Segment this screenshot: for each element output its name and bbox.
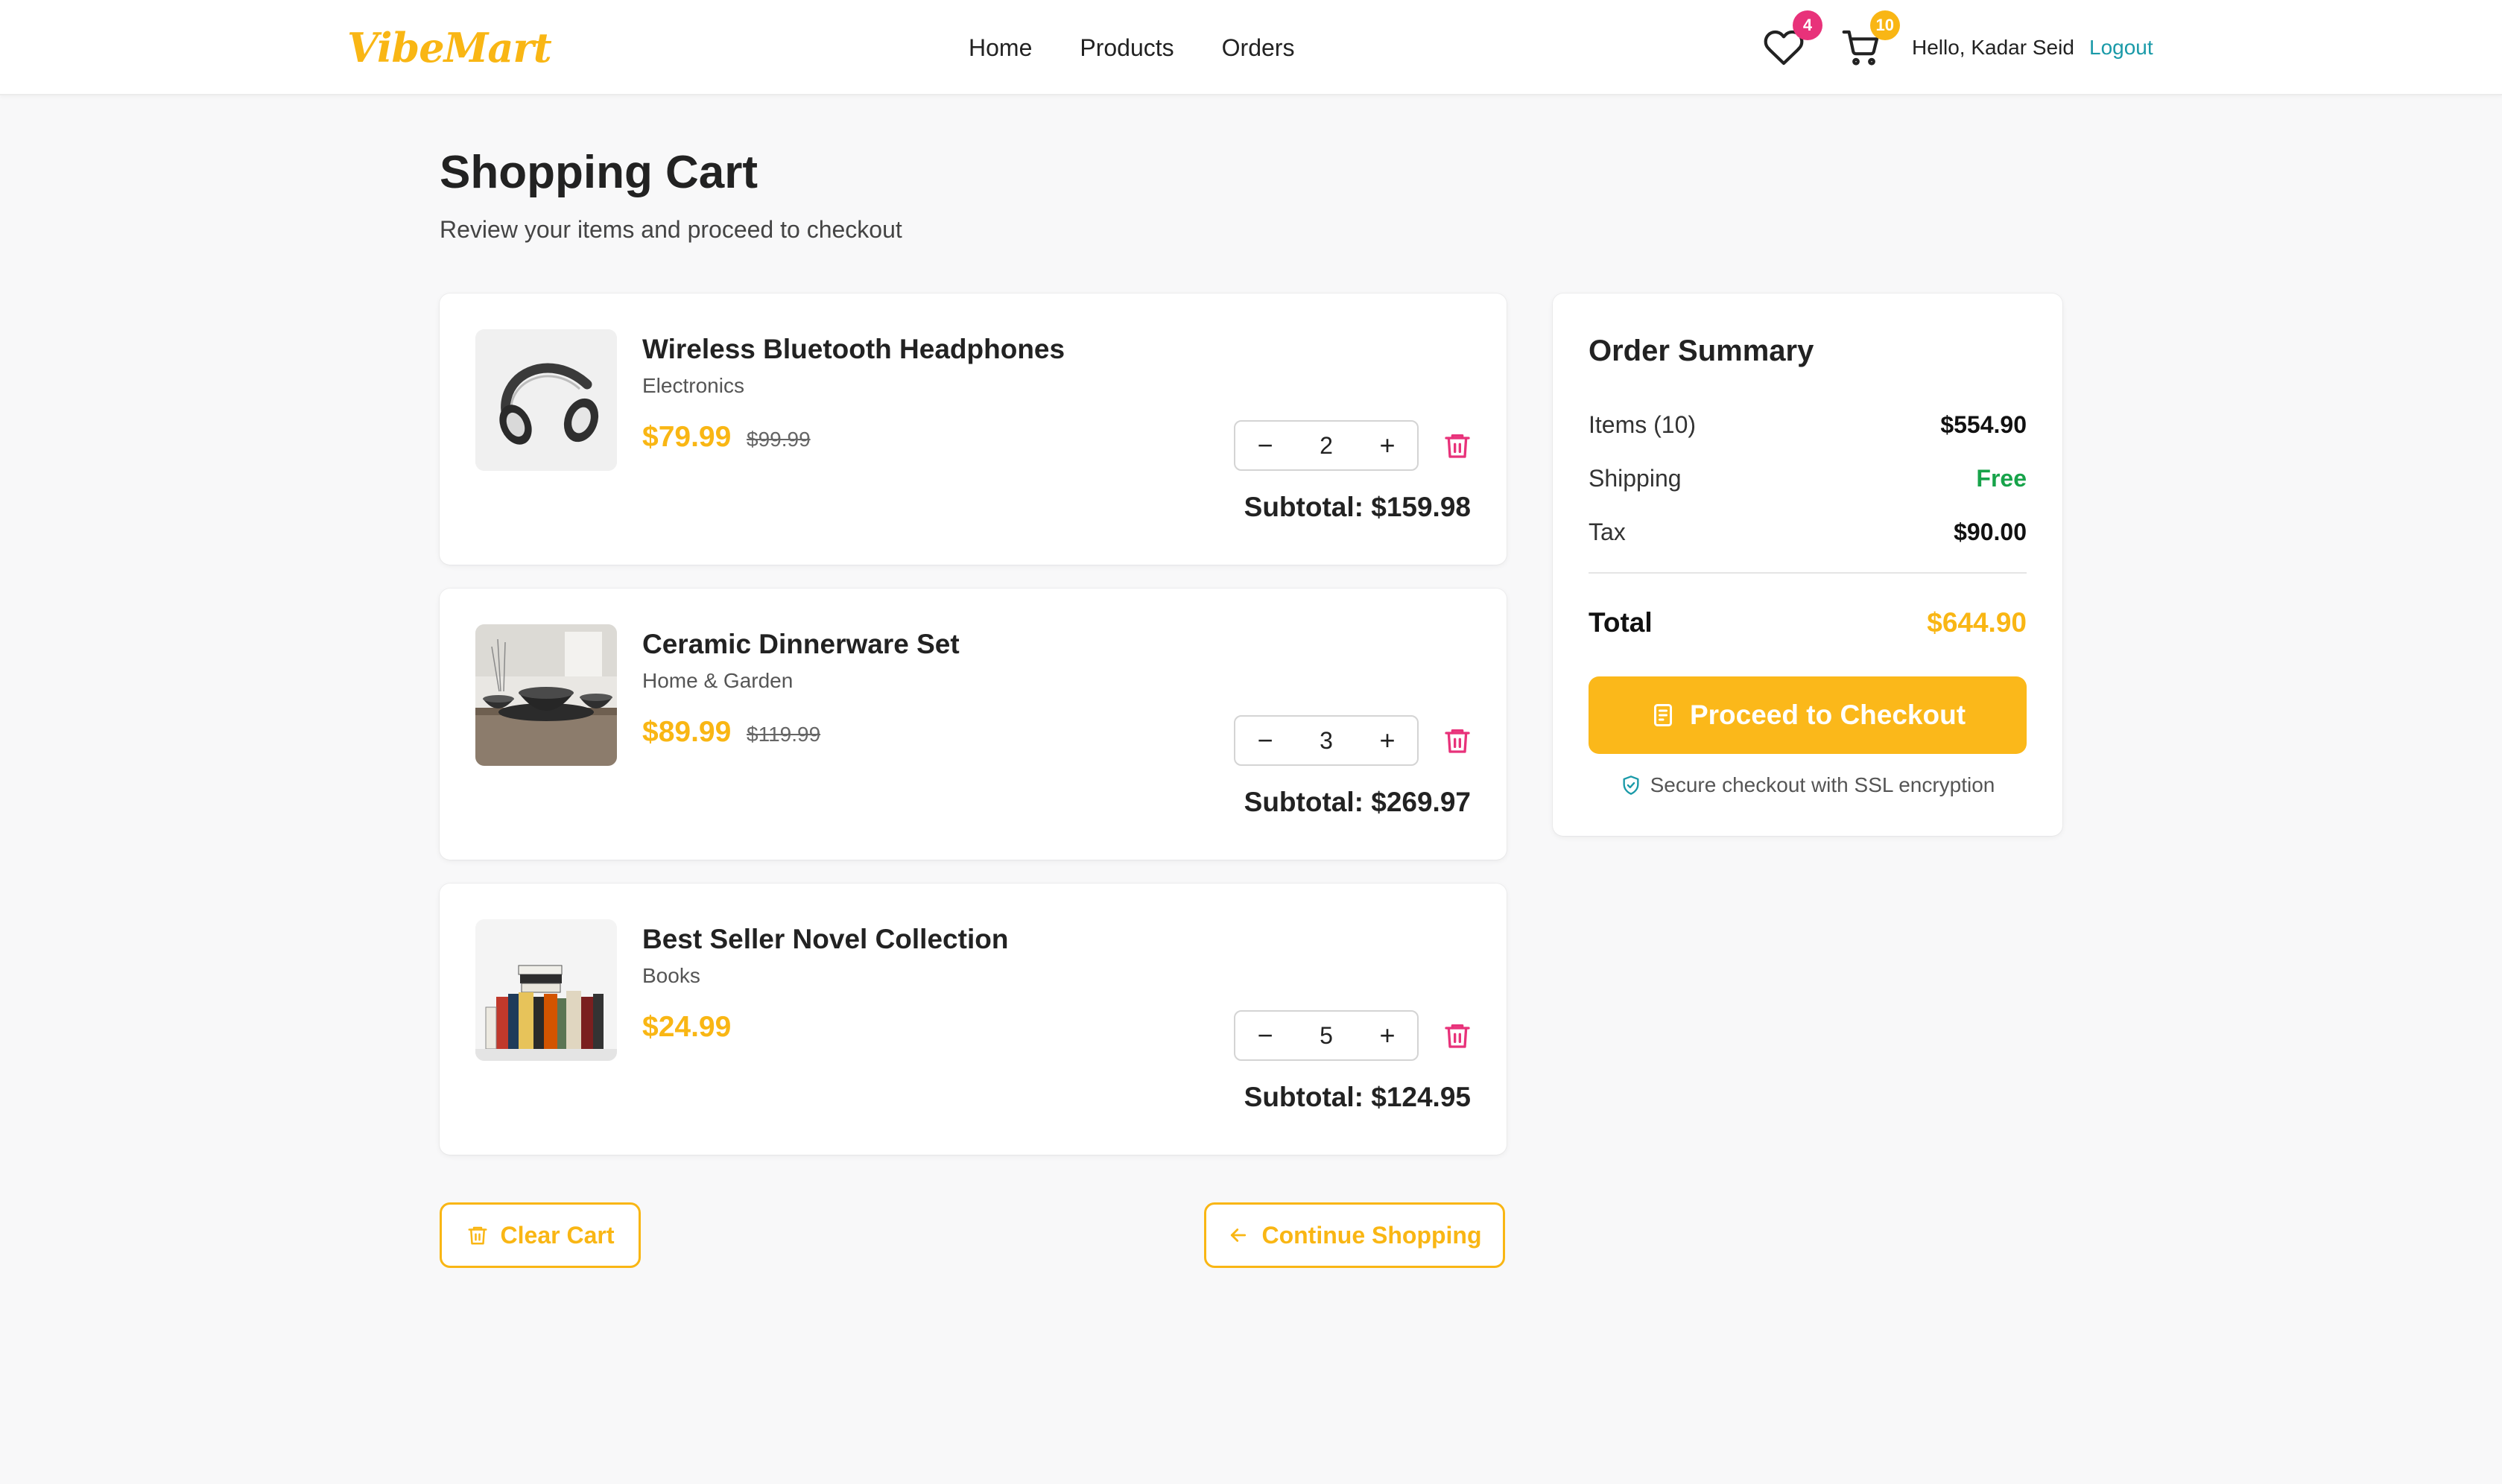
remove-item-button[interactable] bbox=[1442, 726, 1472, 755]
product-image[interactable] bbox=[475, 329, 617, 471]
decrement-button[interactable]: − bbox=[1235, 422, 1295, 469]
summary-items-value: $554.90 bbox=[1940, 410, 2027, 438]
nav-home[interactable]: Home bbox=[969, 30, 1032, 66]
user-greeting: Hello, Kadar Seid bbox=[1912, 36, 2074, 59]
quantity-stepper: − + bbox=[1234, 420, 1419, 471]
remove-item-button[interactable] bbox=[1442, 431, 1472, 460]
proceed-to-checkout-button[interactable]: Proceed to Checkout bbox=[1589, 676, 2027, 754]
quantity-stepper: − + bbox=[1234, 715, 1419, 766]
trash-icon bbox=[1445, 729, 1470, 753]
trash-icon bbox=[468, 1226, 487, 1245]
secure-checkout-text: Secure checkout with SSL encryption bbox=[1650, 773, 1995, 796]
increment-button[interactable]: + bbox=[1358, 422, 1417, 469]
summary-total-value: $644.90 bbox=[1927, 607, 2027, 638]
summary-tax-value: $90.00 bbox=[1954, 518, 2027, 545]
trash-icon bbox=[1445, 434, 1470, 458]
summary-shipping-label: Shipping bbox=[1589, 464, 1682, 492]
product-image[interactable] bbox=[475, 919, 617, 1061]
continue-shopping-button[interactable]: Continue Shopping bbox=[1204, 1202, 1505, 1268]
product-name[interactable]: Best Seller Novel Collection bbox=[642, 921, 1008, 958]
trash-icon bbox=[1445, 1024, 1470, 1048]
nav-products[interactable]: Products bbox=[1080, 30, 1174, 66]
shield-check-icon bbox=[1623, 776, 1639, 795]
summary-shipping-value: Free bbox=[1976, 464, 2027, 492]
summary-items-row: Items (10) $554.90 bbox=[1589, 407, 2027, 443]
quantity-input[interactable] bbox=[1296, 717, 1356, 764]
headphones-image bbox=[475, 329, 617, 471]
secure-checkout-note: Secure checkout with SSL encryption bbox=[1553, 770, 2062, 800]
cart-count-badge: 10 bbox=[1869, 10, 1900, 40]
quantity-stepper: − + bbox=[1234, 1010, 1419, 1061]
product-image[interactable] bbox=[475, 624, 617, 766]
product-original-price: $119.99 bbox=[747, 723, 821, 746]
cart-item: Best Seller Novel Collection Books $24.9… bbox=[440, 884, 1507, 1155]
order-summary: Order Summary Items (10) $554.90 Shippin… bbox=[1553, 294, 2062, 836]
product-name[interactable]: Wireless Bluetooth Headphones bbox=[642, 331, 1065, 368]
dinnerware-image bbox=[475, 624, 617, 766]
item-subtotal: Subtotal: $269.97 bbox=[1244, 787, 1471, 817]
quantity-input[interactable] bbox=[1296, 1012, 1356, 1059]
product-category: Books bbox=[642, 964, 700, 987]
brand-logo[interactable]: VibeMart bbox=[347, 22, 552, 73]
arrow-left-icon bbox=[1231, 1228, 1247, 1242]
logout-link[interactable]: Logout bbox=[2089, 33, 2153, 63]
cart-item: Wireless Bluetooth Headphones Electronic… bbox=[440, 294, 1507, 565]
summary-items-label: Items (10) bbox=[1589, 410, 1697, 438]
nav-orders[interactable]: Orders bbox=[1222, 30, 1295, 66]
books-image bbox=[475, 919, 617, 1061]
continue-shopping-label: Continue Shopping bbox=[1261, 1221, 1482, 1249]
product-price: $24.99 bbox=[642, 1011, 732, 1043]
summary-divider bbox=[1589, 572, 2027, 574]
remove-item-button[interactable] bbox=[1442, 1021, 1472, 1050]
product-category: Electronics bbox=[642, 374, 744, 397]
summary-total-row: Total $644.90 bbox=[1589, 602, 2027, 644]
increment-button[interactable]: + bbox=[1358, 717, 1417, 764]
product-price: $89.99 bbox=[642, 716, 732, 748]
summary-tax-row: Tax $90.00 bbox=[1589, 514, 2027, 550]
clear-cart-label: Clear Cart bbox=[500, 1221, 615, 1249]
summary-total-label: Total bbox=[1589, 607, 1653, 638]
summary-tax-label: Tax bbox=[1589, 518, 1626, 545]
page-subtitle: Review your items and proceed to checkou… bbox=[440, 216, 902, 243]
credit-card-icon bbox=[1653, 704, 1672, 726]
product-original-price: $99.99 bbox=[747, 428, 811, 451]
summary-title: Order Summary bbox=[1589, 334, 1814, 367]
item-subtotal: Subtotal: $159.98 bbox=[1244, 492, 1471, 522]
increment-button[interactable]: + bbox=[1358, 1012, 1417, 1059]
cart-button[interactable]: 10 bbox=[1840, 10, 1900, 69]
wishlist-button[interactable]: 4 bbox=[1763, 10, 1822, 69]
top-navbar: VibeMart Home Products Orders 4 10 Hello… bbox=[0, 0, 2502, 95]
main-nav: Home Products Orders bbox=[969, 30, 1294, 66]
page-title: Shopping Cart bbox=[440, 147, 758, 198]
wishlist-count-badge: 4 bbox=[1793, 10, 1822, 40]
checkout-label: Proceed to Checkout bbox=[1689, 700, 1966, 730]
quantity-input[interactable] bbox=[1296, 422, 1356, 469]
item-subtotal: Subtotal: $124.95 bbox=[1244, 1082, 1471, 1112]
product-price: $79.99 bbox=[642, 421, 732, 453]
decrement-button[interactable]: − bbox=[1235, 717, 1295, 764]
summary-shipping-row: Shipping Free bbox=[1589, 460, 2027, 496]
product-category: Home & Garden bbox=[642, 669, 794, 692]
product-name[interactable]: Ceramic Dinnerware Set bbox=[642, 626, 960, 663]
clear-cart-button[interactable]: Clear Cart bbox=[440, 1202, 641, 1268]
cart-item: Ceramic Dinnerware Set Home & Garden $89… bbox=[440, 589, 1507, 860]
decrement-button[interactable]: − bbox=[1235, 1012, 1295, 1059]
